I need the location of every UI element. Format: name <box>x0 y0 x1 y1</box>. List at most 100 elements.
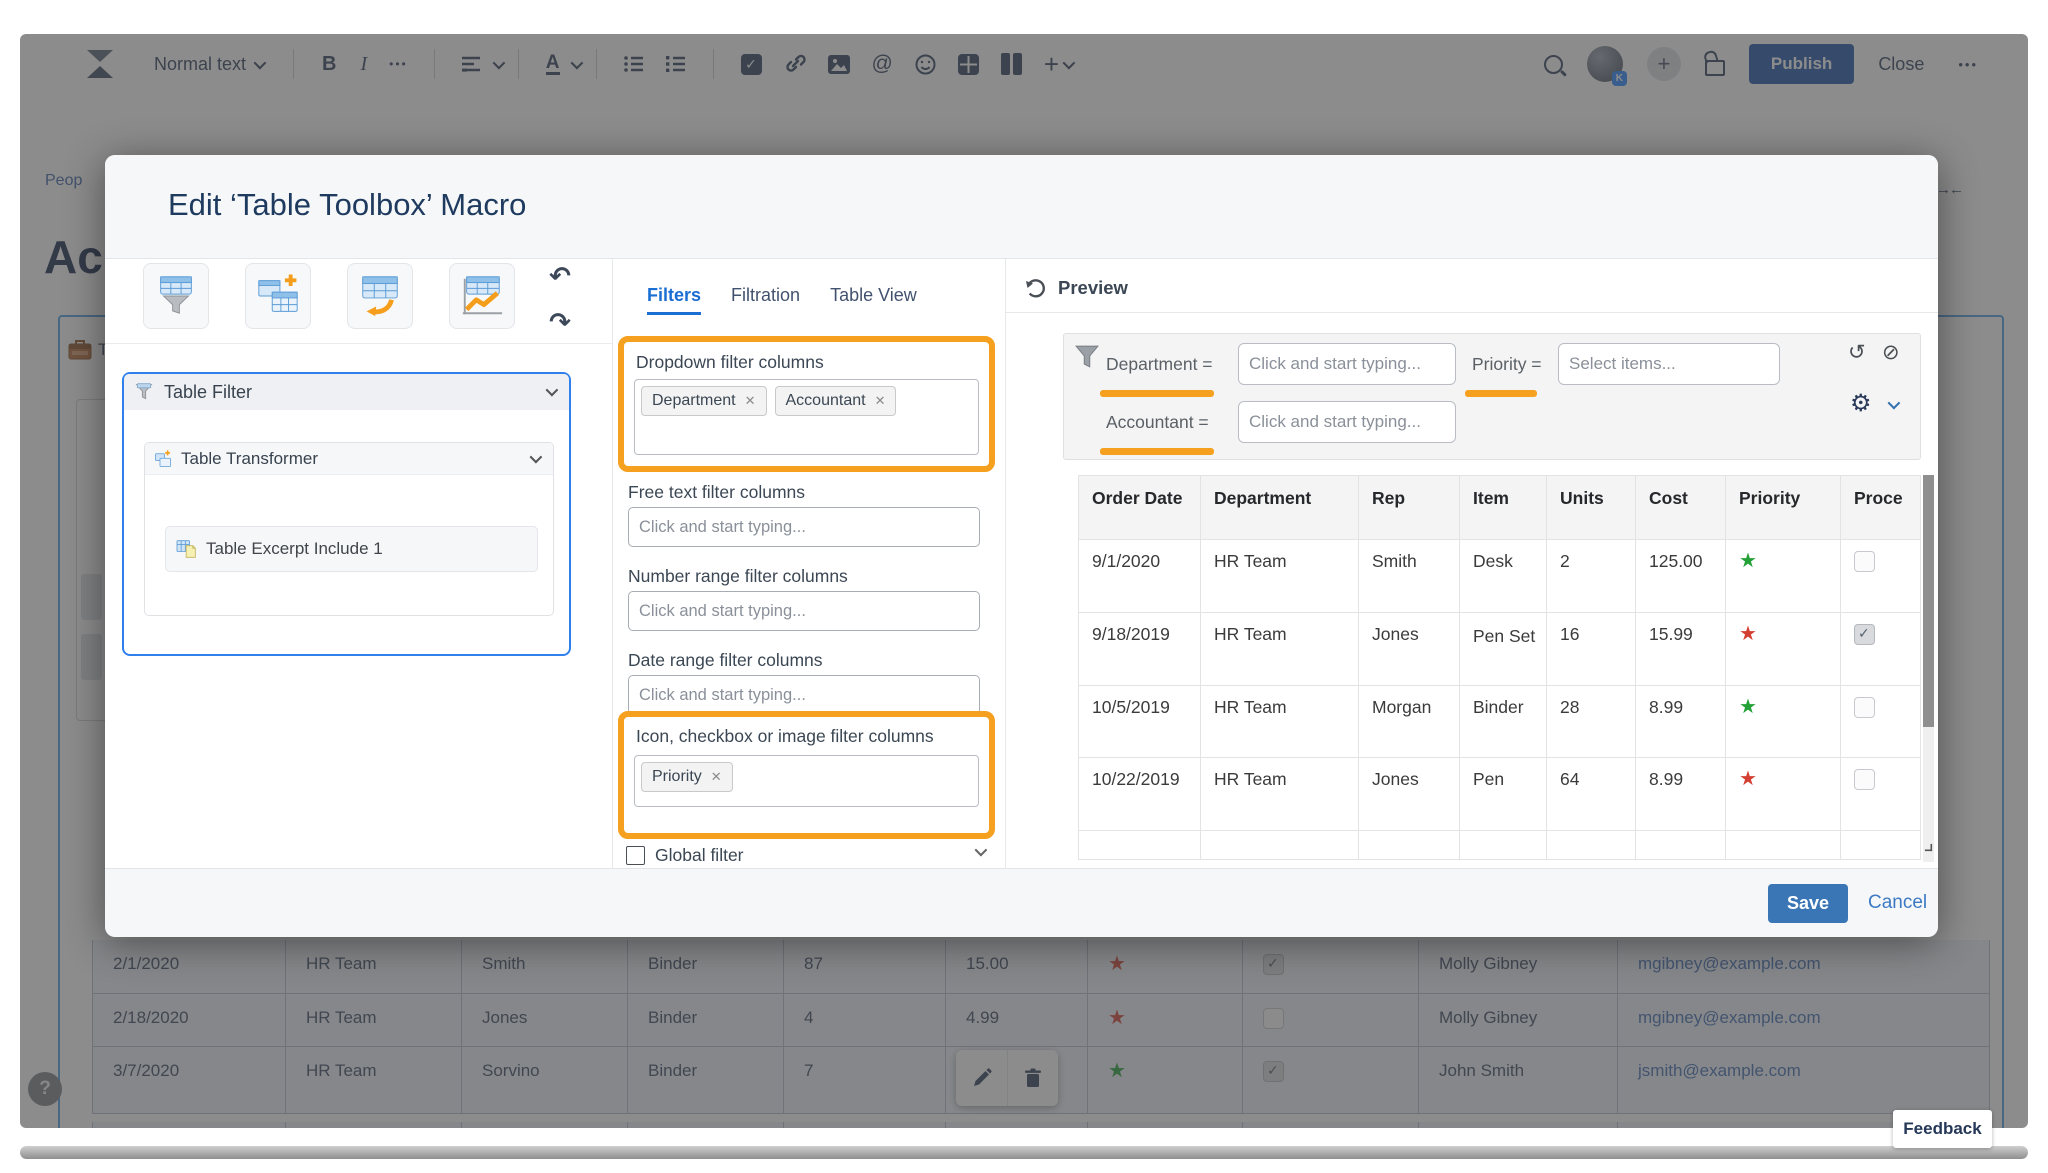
preview-accountant-input[interactable] <box>1238 401 1456 443</box>
macro-editor-dialog: Edit ‘Table Toolbox’ Macro <box>105 155 1938 936</box>
save-button[interactable]: Save <box>1768 884 1848 923</box>
chevron-down-icon[interactable] <box>530 451 543 464</box>
table-transformer-label: Table Transformer <box>181 449 318 469</box>
table-cell: Binder <box>1460 686 1547 758</box>
preview-scrollbar-thumb[interactable] <box>1923 475 1934 727</box>
table-cell: HR Team <box>1201 540 1359 613</box>
table-excerpt-include-label: Table Excerpt Include 1 <box>206 539 383 559</box>
table-cell: Morgan <box>1359 686 1460 758</box>
star-icon: ★ <box>1739 696 1757 718</box>
redo-button[interactable]: ↷ <box>543 305 577 339</box>
chip-remove-icon[interactable]: ✕ <box>875 393 886 409</box>
table-cell: 15.99 <box>1636 613 1726 686</box>
pivot-table-tool-button[interactable] <box>347 263 413 329</box>
priority-cell: ★ <box>1726 613 1841 686</box>
window-bottom-bar <box>20 1146 2028 1159</box>
freetext-filter-input[interactable] <box>628 507 980 547</box>
preview-divider <box>1005 312 1938 313</box>
table-transformer-node[interactable]: Table Transformer Table Excerpt Include … <box>144 442 554 616</box>
settings-tabs: Filters Filtration Table View <box>647 285 917 315</box>
tab-filters[interactable]: Filters <box>647 285 701 315</box>
scroll-down-icon[interactable] <box>1925 844 1932 851</box>
preview-filter-bar: Department = Priority = Accountant = ↺ ⊘… <box>1063 333 1921 460</box>
preview-table-row: 9/1/2020 HR Team Smith Desk 2 125.00 ★ <box>1078 540 1921 613</box>
table-excerpt-include-node[interactable]: Table Excerpt Include 1 <box>165 526 538 572</box>
global-filter-label: Global filter <box>655 845 744 866</box>
table-cell: Jones <box>1359 613 1460 686</box>
freetext-filter-label: Free text filter columns <box>628 482 805 503</box>
table-cell: 125.00 <box>1636 540 1726 613</box>
filter-chip: Department ✕ <box>641 386 767 416</box>
column-header[interactable]: Item <box>1460 476 1547 540</box>
number-range-filter-label: Number range filter columns <box>628 566 848 587</box>
tab-filtration[interactable]: Filtration <box>731 285 800 315</box>
checkbox[interactable] <box>1854 551 1875 572</box>
dialog-title: Edit ‘Table Toolbox’ Macro <box>168 187 526 223</box>
priority-cell: ★ <box>1726 758 1841 831</box>
preview-department-input[interactable] <box>1238 343 1456 385</box>
dropdown-filter-chipbox[interactable]: Department ✕ Accountant ✕ <box>634 379 979 455</box>
reset-filters-icon[interactable]: ↺ <box>1848 342 1866 363</box>
priority-cell: ★ <box>1726 540 1841 613</box>
dialog-footer <box>105 868 1938 937</box>
preview-scrollbar[interactable] <box>1923 475 1934 862</box>
table-transformer-tool-button[interactable] <box>245 263 311 329</box>
checkbox[interactable] <box>1854 624 1875 645</box>
feedback-button[interactable]: Feedback <box>1893 1110 1992 1148</box>
undo-button[interactable]: ↶ <box>543 259 577 293</box>
processed-cell <box>1841 686 1921 758</box>
column-header[interactable]: Department <box>1201 476 1359 540</box>
column-header[interactable]: Rep <box>1359 476 1460 540</box>
chip-label: Accountant <box>786 392 866 410</box>
panel-divider <box>1005 258 1006 868</box>
checkbox[interactable] <box>1854 769 1875 790</box>
global-filter-checkbox[interactable] <box>626 846 645 865</box>
chevron-down-icon[interactable] <box>1888 397 1901 410</box>
tab-table-view[interactable]: Table View <box>830 285 917 315</box>
table-filter-node[interactable]: Table Filter Table Transformer <box>122 372 571 656</box>
panel-divider <box>612 258 613 868</box>
scroll-down-icon[interactable] <box>975 844 988 857</box>
table-transformer-node-header[interactable]: Table Transformer <box>145 443 553 475</box>
priority-cell: ★ <box>1726 686 1841 758</box>
table-cell: 28 <box>1547 686 1636 758</box>
table-cell: HR Team <box>1201 613 1359 686</box>
number-range-filter-input[interactable] <box>628 591 980 631</box>
screenshot-frame: Normal text B I ••• A <box>0 0 2048 1173</box>
icon-filter-chipbox[interactable]: Priority ✕ <box>634 755 979 807</box>
table-filter-tool-button[interactable] <box>143 263 209 329</box>
table-filter-node-header[interactable]: Table Filter <box>124 374 569 410</box>
left-panel-divider <box>105 343 612 344</box>
chip-remove-icon[interactable]: ✕ <box>745 393 756 409</box>
gear-icon[interactable]: ⚙ <box>1850 392 1872 416</box>
global-filter-row: Global filter <box>626 845 744 866</box>
refresh-icon[interactable] <box>1025 277 1047 299</box>
table-cell: Pen Set <box>1460 613 1547 686</box>
preview-priority-label: Priority = <box>1472 354 1542 375</box>
chart-tool-button[interactable] <box>449 263 515 329</box>
funnel-icon <box>134 382 154 402</box>
table-cell: 9/1/2020 <box>1078 540 1201 613</box>
date-range-filter-input[interactable] <box>628 675 980 715</box>
chip-remove-icon[interactable]: ✕ <box>711 769 722 785</box>
preview-title: Preview <box>1058 277 1128 299</box>
cancel-button[interactable]: Cancel <box>1868 892 1927 914</box>
preview-priority-input[interactable] <box>1558 343 1780 385</box>
preview-table-row: 10/22/2019 HR Team Jones Pen 64 8.99 ★ <box>1078 758 1921 831</box>
column-header[interactable]: Proce <box>1841 476 1921 540</box>
column-header[interactable]: Cost <box>1636 476 1726 540</box>
preview-department-label: Department = <box>1106 354 1213 375</box>
department-orange-underline <box>1100 390 1214 397</box>
table-cell: HR Team <box>1201 686 1359 758</box>
filter-chip: Accountant ✕ <box>775 386 897 416</box>
chevron-down-icon[interactable] <box>546 384 559 397</box>
column-header[interactable]: Units <box>1547 476 1636 540</box>
checkbox[interactable] <box>1854 697 1875 718</box>
processed-cell <box>1841 540 1921 613</box>
preview-table-header-row: Order Date Department Rep Item Units Cos… <box>1078 476 1921 540</box>
disable-filters-icon[interactable]: ⊘ <box>1882 342 1900 363</box>
column-header[interactable]: Order Date <box>1078 476 1201 540</box>
transformer-icon <box>154 450 172 468</box>
excerpt-icon <box>176 539 198 559</box>
column-header[interactable]: Priority <box>1726 476 1841 540</box>
